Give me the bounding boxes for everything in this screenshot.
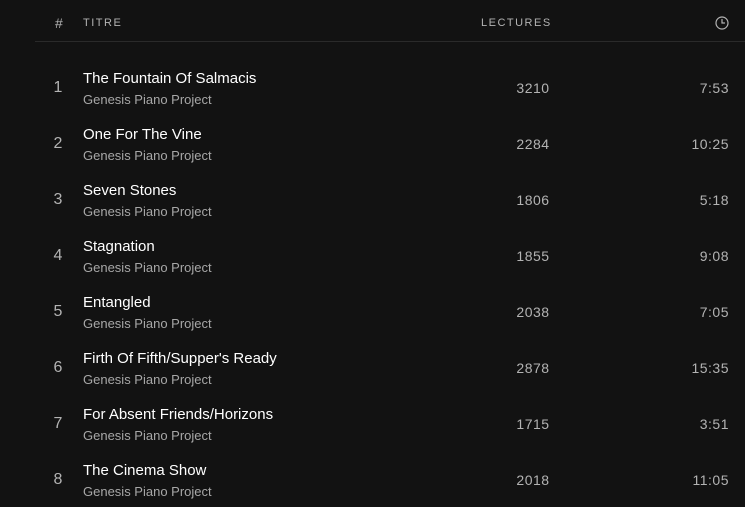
track-number: 8 [53,471,63,488]
track-row[interactable]: 1 The Fountain Of Salmacis Genesis Piano… [35,59,745,115]
track-plays: 1806 [516,192,550,208]
track-title[interactable]: Entangled [83,294,151,311]
track-duration: 11:05 [692,472,729,488]
track-plays: 2878 [516,360,550,376]
track-duration: 15:35 [691,360,729,376]
track-duration: 3:51 [699,416,729,432]
track-number: 5 [53,303,63,320]
header-number: # [55,15,63,31]
track-duration: 7:05 [699,304,729,320]
track-title[interactable]: Firth Of Fifth/Supper's Ready [83,350,277,367]
track-artist[interactable]: Genesis Piano Project [83,372,212,387]
track-title[interactable]: For Absent Friends/Horizons [83,406,273,423]
track-plays: 1855 [516,248,550,264]
clock-icon[interactable] [715,16,729,30]
header-plays-column[interactable]: LECTURES [481,17,552,29]
track-artist[interactable]: Genesis Piano Project [83,260,212,275]
track-plays: 2284 [516,136,550,152]
track-title[interactable]: The Fountain Of Salmacis [83,70,256,87]
track-artist[interactable]: Genesis Piano Project [83,148,212,163]
track-duration: 10:25 [691,136,729,152]
track-number: 4 [53,247,63,264]
track-number: 3 [53,191,63,208]
track-title[interactable]: Seven Stones [83,182,176,199]
track-row[interactable]: 5 Entangled Genesis Piano Project 2038 7… [35,283,745,339]
track-plays: 1715 [516,416,550,432]
track-number: 2 [53,135,63,152]
track-plays: 3210 [516,80,550,96]
track-number: 7 [53,415,63,432]
track-rows: 1 The Fountain Of Salmacis Genesis Piano… [35,59,745,507]
track-artist[interactable]: Genesis Piano Project [83,428,212,443]
track-row[interactable]: 2 One For The Vine Genesis Piano Project… [35,115,745,171]
track-plays: 2038 [516,304,550,320]
track-title[interactable]: One For The Vine [83,126,202,143]
track-row[interactable]: 7 For Absent Friends/Horizons Genesis Pi… [35,395,745,451]
header-title-column[interactable]: TITRE [83,17,122,29]
track-duration: 5:18 [699,192,729,208]
track-title[interactable]: Stagnation [83,238,155,255]
track-number: 6 [53,359,63,376]
track-title[interactable]: The Cinema Show [83,462,206,479]
tracklist: # TITRE LECTURES 1 The Fountain Of Salma… [0,0,745,503]
track-artist[interactable]: Genesis Piano Project [83,204,212,219]
track-row[interactable]: 8 The Cinema Show Genesis Piano Project … [35,451,745,507]
track-row[interactable]: 3 Seven Stones Genesis Piano Project 180… [35,171,745,227]
track-duration: 9:08 [699,248,729,264]
track-duration: 7:53 [699,80,729,96]
track-plays: 2018 [516,472,550,488]
track-row[interactable]: 6 Firth Of Fifth/Supper's Ready Genesis … [35,339,745,395]
track-number: 1 [53,79,63,96]
track-row[interactable]: 4 Stagnation Genesis Piano Project 1855 … [35,227,745,283]
track-artist[interactable]: Genesis Piano Project [83,484,212,499]
track-artist[interactable]: Genesis Piano Project [83,92,212,107]
tracklist-header: # TITRE LECTURES [35,0,745,42]
track-artist[interactable]: Genesis Piano Project [83,316,212,331]
